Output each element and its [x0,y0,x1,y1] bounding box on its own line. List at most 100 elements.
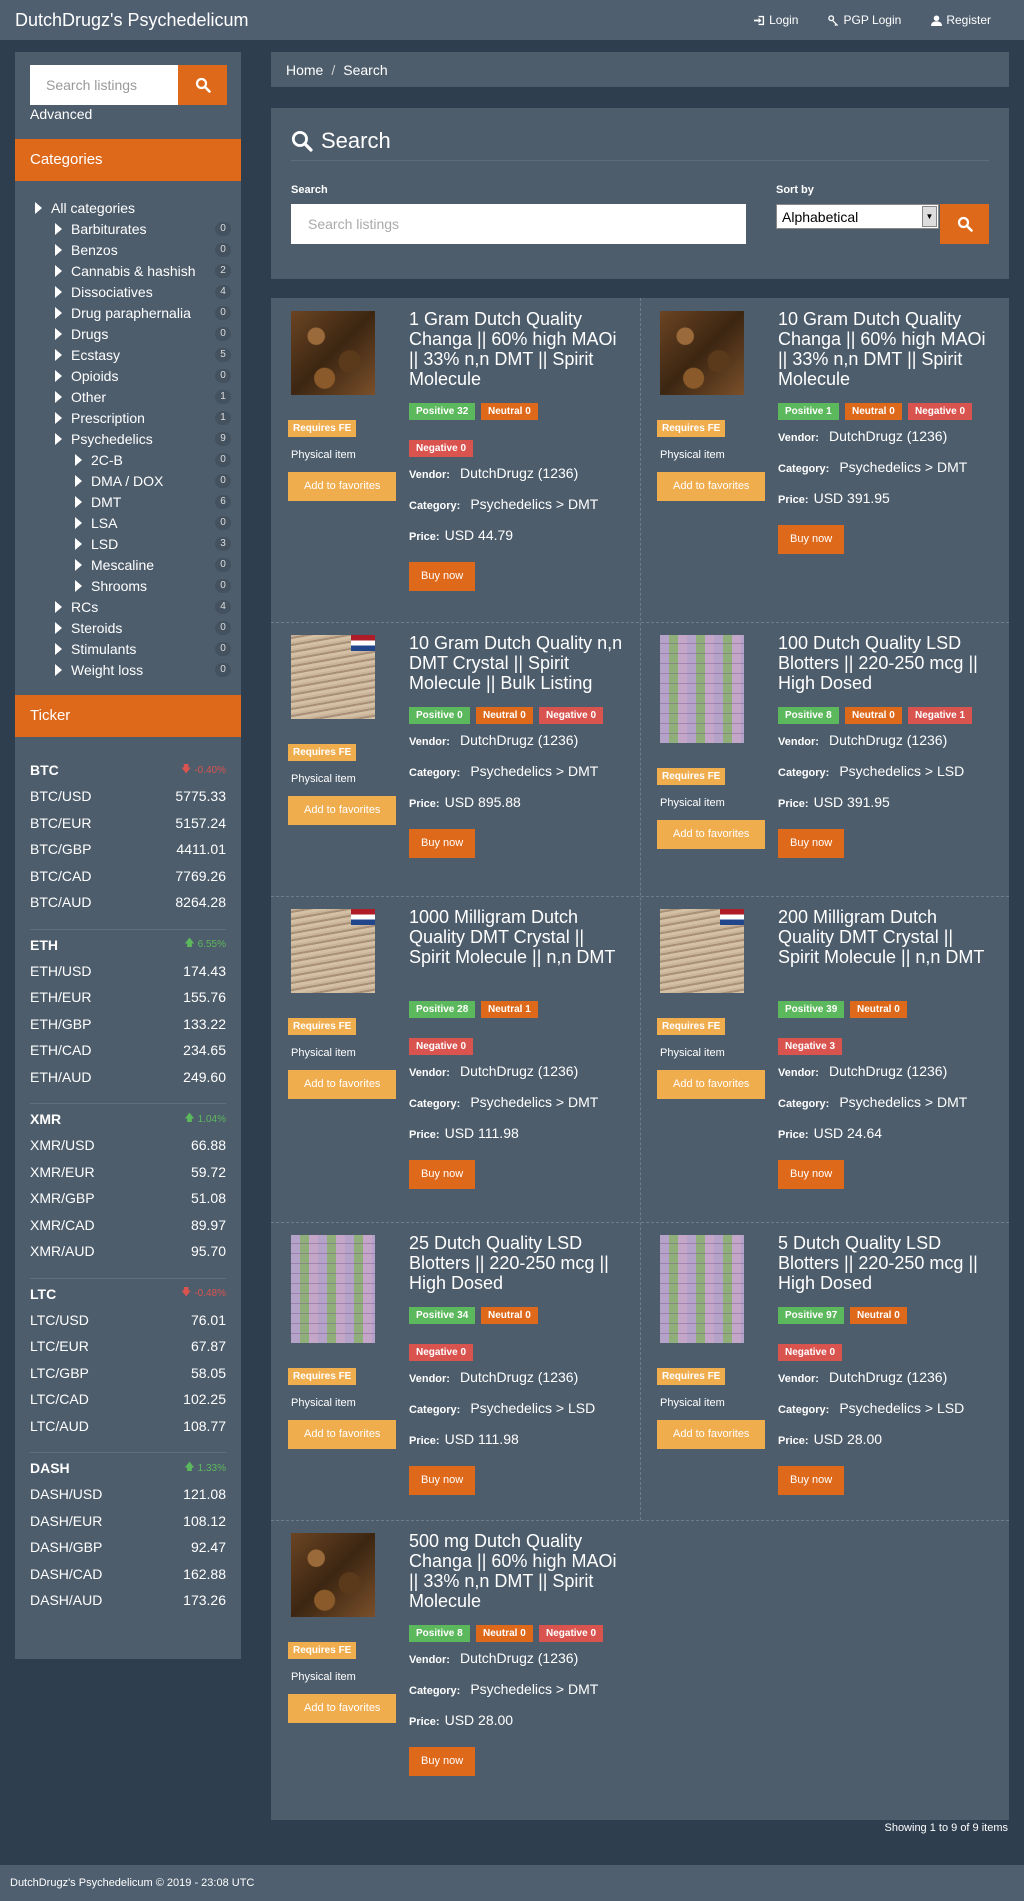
listing-title[interactable]: 25 Dutch Quality LSD Blotters || 220-250… [409,1233,629,1293]
login-link[interactable]: Login [754,13,798,27]
category-item[interactable]: Steroids 0 [35,617,231,638]
listing-vendor[interactable]: Vendor: DutchDrugz (1236) [778,732,947,748]
listing-category-label: Category: [778,1404,830,1416]
listing-thumbnail[interactable] [291,1533,375,1617]
listing-thumbnail[interactable] [660,635,744,743]
listing-vendor[interactable]: Vendor: DutchDrugz (1236) [778,1063,947,1079]
category-item[interactable]: RCs 4 [35,596,231,617]
listing-thumbnail[interactable] [291,909,375,993]
pgp-login-link[interactable]: PGP Login [828,13,901,27]
listing-title[interactable]: 10 Gram Dutch Quality Changa || 60% high… [778,309,998,389]
listing-thumbnail[interactable] [291,1235,375,1343]
listing-vendor[interactable]: Vendor: DutchDrugz (1236) [409,1650,578,1666]
search-input[interactable]: Search listings [291,204,746,244]
add-to-favorites-button[interactable]: Add to favorites [657,1070,766,1099]
add-to-favorites-button[interactable]: Add to favorites [288,472,397,501]
category-item[interactable]: Benzos 0 [35,239,231,260]
category-item[interactable]: Psychedelics 9 [35,428,231,449]
ticker-rate: 7769.26 [175,867,226,884]
category-item[interactable]: LSA 0 [35,512,231,533]
category-item[interactable]: LSD 3 [35,533,231,554]
category-item[interactable]: Mescaline 0 [35,554,231,575]
category-item[interactable]: Ecstasy 5 [35,344,231,365]
listing-thumbnail[interactable] [660,1235,744,1343]
add-to-favorites-button[interactable]: Add to favorites [657,1420,766,1449]
listing-title[interactable]: 10 Gram Dutch Quality n,n DMT Crystal ||… [409,633,629,693]
listing-title[interactable]: 1000 Milligram Dutch Quality DMT Crystal… [409,907,629,967]
search-icon [957,216,973,232]
listing-vendor[interactable]: Vendor: DutchDrugz (1236) [409,1369,578,1385]
listing-title[interactable]: 5 Dutch Quality LSD Blotters || 220-250 … [778,1233,998,1293]
buy-now-button[interactable]: Buy now [778,829,845,858]
neutral-feedback-badge: Neutral 0 [850,1307,907,1324]
caret-right-icon [55,222,62,235]
listing-price-value: USD 44.79 [444,527,514,543]
ticker-row: ETH/EUR 155.76 [30,984,226,1011]
buy-now-button[interactable]: Buy now [409,562,476,591]
category-item[interactable]: Weight loss 0 [35,659,231,680]
listing-price-value: USD 895.88 [444,794,521,810]
physical-item-label: Physical item [291,1671,356,1683]
grid-divider [271,1520,1009,1521]
category-item[interactable]: All categories [35,197,231,218]
buy-now-button[interactable]: Buy now [778,1160,845,1189]
listing-vendor[interactable]: Vendor: DutchDrugz (1236) [409,1063,578,1079]
brand-link[interactable]: DutchDrugz's Psychedelicum [15,10,249,31]
category-item[interactable]: DMA / DOX 0 [35,470,231,491]
category-item[interactable]: Cannabis & hashish 2 [35,260,231,281]
add-to-favorites-button[interactable]: Add to favorites [657,472,766,501]
category-item[interactable]: Stimulants 0 [35,638,231,659]
category-item[interactable]: Shrooms 0 [35,575,231,596]
category-item[interactable]: 2C-B 0 [35,449,231,470]
buy-now-button[interactable]: Buy now [409,1466,476,1495]
listing-thumbnail[interactable] [291,635,375,719]
ticker-divider [30,928,226,930]
sort-select[interactable]: Alphabetical ▼ [776,204,939,229]
listing-title[interactable]: 1 Gram Dutch Quality Changa || 60% high … [409,309,629,389]
arrow-up-icon: 🡅 [184,1112,195,1124]
listing-category: Category: Psychedelics > LSD [409,1400,595,1416]
category-item[interactable]: Drug paraphernalia 0 [35,302,231,323]
listing-price-label: Price: [409,1129,440,1141]
add-to-favorites-button[interactable]: Add to favorites [288,796,397,825]
listing-thumbnail[interactable] [291,311,375,395]
listing-vendor[interactable]: Vendor: DutchDrugz (1236) [409,732,578,748]
register-link[interactable]: Register [931,13,991,27]
listing-thumbnail[interactable] [660,311,744,395]
sidebar-search-button[interactable] [178,65,227,105]
listing-category: Category: Psychedelics > DMT [409,1094,598,1110]
category-item[interactable]: Drugs 0 [35,323,231,344]
buy-now-button[interactable]: Buy now [409,829,476,858]
listing-vendor[interactable]: Vendor: DutchDrugz (1236) [409,465,578,481]
add-to-favorites-button[interactable]: Add to favorites [657,820,766,849]
listing-thumbnail[interactable] [660,909,744,993]
category-item[interactable]: Prescription 1 [35,407,231,428]
buy-now-button[interactable]: Buy now [409,1747,476,1776]
category-item[interactable]: DMT 6 [35,491,231,512]
listing-title[interactable]: 500 mg Dutch Quality Changa || 60% high … [409,1531,629,1611]
listing-vendor[interactable]: Vendor: DutchDrugz (1236) [778,428,947,444]
add-to-favorites-button[interactable]: Add to favorites [288,1694,397,1723]
caret-right-icon [55,327,62,340]
ticker-rate: 89.97 [190,1216,226,1233]
search-submit-button[interactable] [940,204,989,244]
ticker-rate: 133.22 [183,1015,226,1032]
category-item[interactable]: Opioids 0 [35,365,231,386]
buy-now-button[interactable]: Buy now [409,1160,476,1189]
listing-title[interactable]: 200 Milligram Dutch Quality DMT Crystal … [778,907,998,967]
caret-right-icon [55,348,62,361]
sidebar-search-input[interactable]: Search listings [30,65,178,105]
ticker-row: LTC/CAD 102.25 [30,1386,226,1413]
add-to-favorites-button[interactable]: Add to favorites [288,1420,397,1449]
advanced-search-link[interactable]: Advanced [30,106,92,122]
category-item[interactable]: Dissociatives 4 [35,281,231,302]
listing-vendor[interactable]: Vendor: DutchDrugz (1236) [778,1369,947,1385]
add-to-favorites-button[interactable]: Add to favorites [288,1070,397,1099]
category-item[interactable]: Barbiturates 0 [35,218,231,239]
buy-now-button[interactable]: Buy now [778,525,845,554]
buy-now-button[interactable]: Buy now [778,1466,845,1495]
listing-title[interactable]: 100 Dutch Quality LSD Blotters || 220-25… [778,633,998,693]
listing-category-label: Category: [409,1404,461,1416]
category-item[interactable]: Other 1 [35,386,231,407]
breadcrumb-home[interactable]: Home [286,62,323,78]
